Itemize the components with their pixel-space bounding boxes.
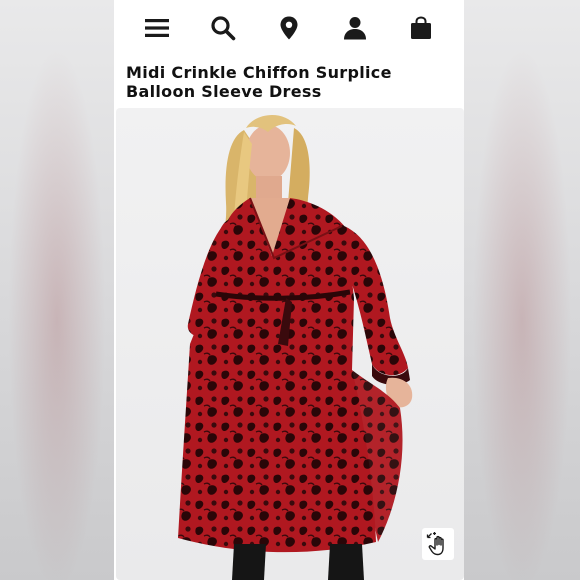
account-icon[interactable] xyxy=(335,8,375,48)
model-photo-illustration xyxy=(178,114,413,580)
product-title: Midi Crinkle Chiffon Surplice Balloon Sl… xyxy=(126,63,456,101)
blurred-background-right xyxy=(464,0,580,580)
shopping-bag-icon[interactable] xyxy=(401,8,441,48)
product-title-line-2: Balloon Sleeve Dress xyxy=(126,82,322,101)
location-pin-icon[interactable] xyxy=(269,8,309,48)
blurred-background-left xyxy=(0,0,114,580)
app-screen: Midi Crinkle Chiffon Surplice Balloon Sl… xyxy=(114,0,464,580)
zoom-hand-icon[interactable] xyxy=(422,528,454,560)
product-title-line-1: Midi Crinkle Chiffon Surplice xyxy=(126,63,392,82)
product-image[interactable] xyxy=(116,108,464,580)
top-nav-bar xyxy=(114,0,464,56)
search-icon[interactable] xyxy=(203,8,243,48)
menu-icon[interactable] xyxy=(137,8,177,48)
